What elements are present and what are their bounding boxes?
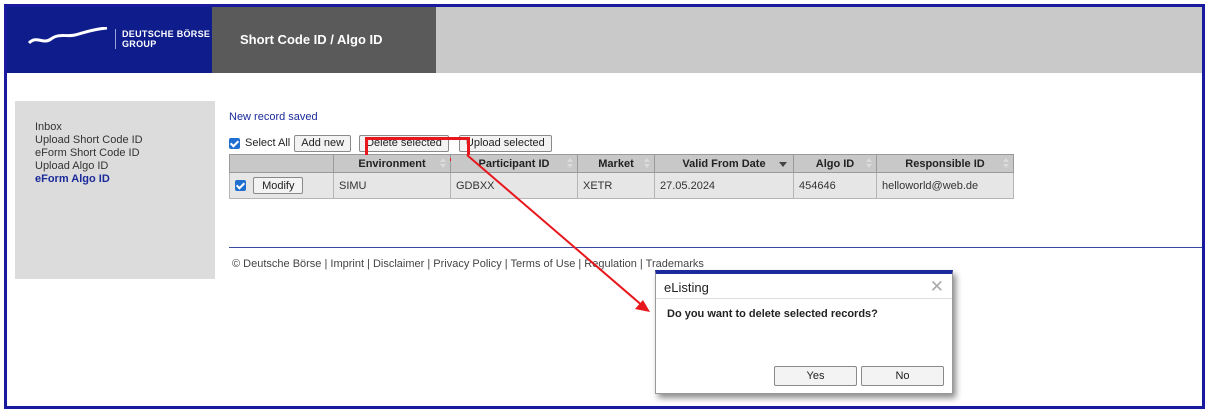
footer-divider — [229, 247, 1202, 248]
dialog-message: Do you want to delete selected records? — [667, 308, 878, 320]
row-checkbox[interactable] — [235, 180, 246, 192]
column-header-responsible-id[interactable]: Responsible ID — [876, 154, 1014, 173]
wave-logo-icon — [27, 27, 108, 45]
sort-icon — [1003, 158, 1009, 168]
sort-descending-icon — [779, 162, 787, 167]
add-new-button[interactable]: Add new — [294, 134, 352, 152]
cell-market: XETR — [577, 172, 655, 199]
row-select-cell: Modify — [229, 172, 334, 199]
upload-selected-button[interactable]: Upload selected — [458, 134, 552, 152]
dialog-divider — [656, 298, 952, 299]
footer-links: © Deutsche Börse | Imprint | Disclaimer … — [232, 258, 704, 270]
column-header-participant-id[interactable]: Participant ID — [450, 154, 578, 173]
sidebar-item-eform-short-code-id[interactable]: eForm Short Code ID — [35, 147, 215, 160]
sidebar-item-inbox[interactable]: Inbox — [35, 121, 215, 134]
cell-valid-from-date: 27.05.2024 — [654, 172, 794, 199]
status-message: New record saved — [229, 111, 318, 123]
confirm-dialog: eListing ✕ Do you want to delete selecte… — [655, 270, 953, 394]
sort-icon — [644, 158, 650, 168]
main-content: New record saved Select All Add new Dele… — [229, 111, 1202, 199]
column-header-market[interactable]: Market — [577, 154, 655, 173]
cell-environment: SIMU — [333, 172, 451, 199]
sidebar-item-upload-algo-id[interactable]: Upload Algo ID — [35, 160, 215, 173]
yes-button[interactable]: Yes — [774, 366, 857, 386]
sort-icon — [440, 158, 446, 168]
select-all-checkbox[interactable] — [229, 137, 240, 149]
records-table: Environment Participant ID Market Valid … — [229, 154, 1014, 199]
app-window: DEUTSCHE BÖRSE GROUP Short Code ID / Alg… — [4, 4, 1205, 409]
top-bar: DEUTSCHE BÖRSE GROUP Short Code ID / Alg… — [7, 7, 1202, 73]
select-all-label: Select All — [245, 137, 291, 149]
page-title: Short Code ID / Algo ID — [212, 7, 436, 73]
no-button[interactable]: No — [861, 366, 944, 386]
logo: DEUTSCHE BÖRSE GROUP — [7, 7, 212, 73]
table-row: Modify SIMU GDBXX XETR 27.05.2024 454646… — [229, 172, 1014, 199]
modify-button[interactable]: Modify — [253, 177, 304, 194]
column-header-valid-from-date[interactable]: Valid From Date — [654, 154, 794, 173]
sort-icon — [866, 158, 872, 168]
cell-participant-id: GDBXX — [450, 172, 578, 199]
close-icon[interactable]: ✕ — [930, 277, 944, 297]
logo-text: DEUTSCHE BÖRSE GROUP — [115, 29, 210, 49]
column-header-select — [229, 154, 334, 173]
column-header-algo-id[interactable]: Algo ID — [793, 154, 877, 173]
cell-responsible-id: helloworld@web.de — [876, 172, 1014, 199]
sort-icon — [567, 158, 573, 168]
sidebar-item-eform-algo-id[interactable]: eForm Algo ID — [35, 173, 215, 186]
column-header-environment[interactable]: Environment — [333, 154, 451, 173]
cell-algo-id: 454646 — [793, 172, 877, 199]
dialog-title: eListing — [664, 280, 709, 295]
sidebar-item-upload-short-code-id[interactable]: Upload Short Code ID — [35, 134, 215, 147]
sidebar: Inbox Upload Short Code ID eForm Short C… — [15, 101, 215, 279]
